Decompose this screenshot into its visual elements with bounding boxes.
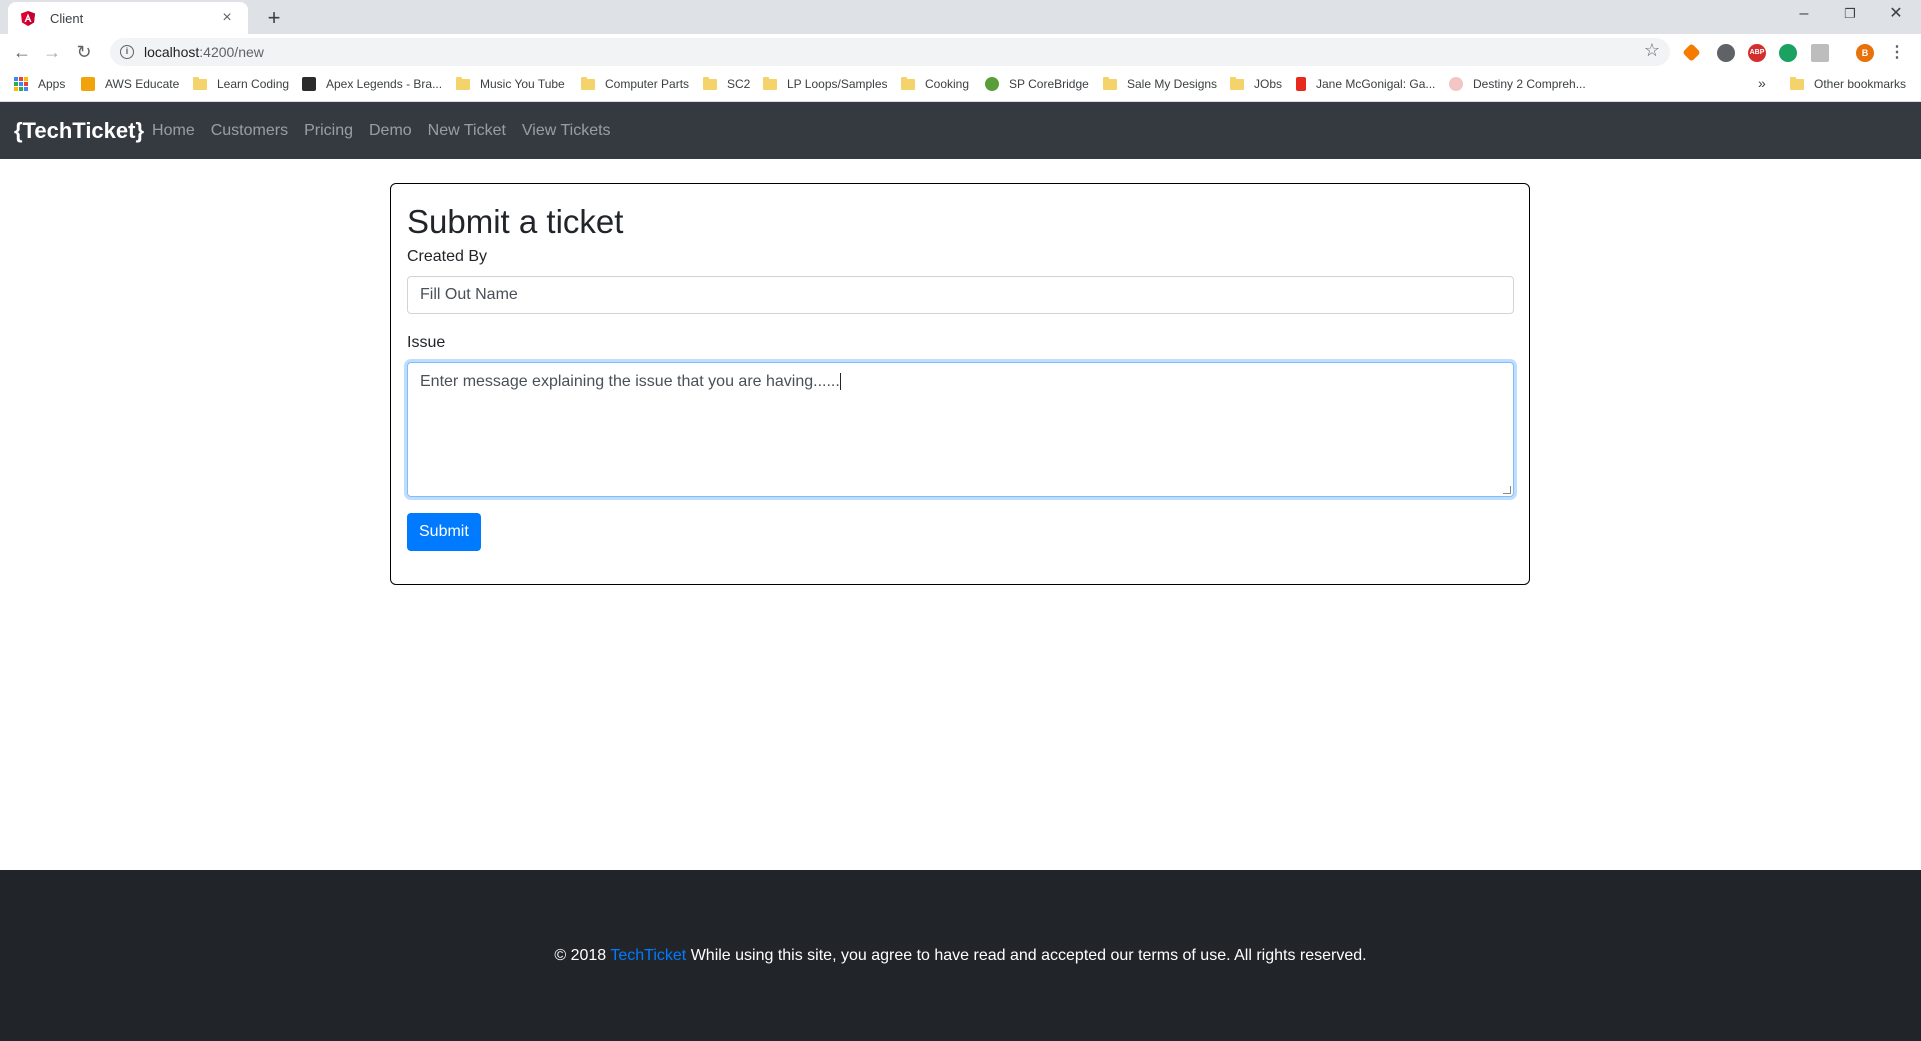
nav-home[interactable]: Home [152,122,195,140]
footer-brand-link[interactable]: TechTicket [610,947,686,964]
tab-title: Client [50,10,84,26]
bookmark-label: Apps [38,77,66,91]
issue-textarea[interactable]: Enter message explaining the issue that … [407,361,1514,497]
bookmark-label: Cooking [925,77,970,91]
bookmark-cooking[interactable]: Cooking [901,76,970,91]
created-by-label: Created By [407,247,488,265]
back-icon[interactable]: ← [8,38,36,66]
page-title: Submit a ticket [407,203,624,240]
footer-copyright: © 2018 [554,946,607,964]
resize-handle-icon[interactable] [1503,485,1511,494]
ticket-form-card: Submit a ticket Created By Fill Out Name… [390,183,1530,585]
folder-icon [1103,76,1117,90]
bookmark-label: Learn Coding [217,77,290,91]
footer-terms-text: While using this site, you agree to have… [690,946,1367,964]
issue-label: Issue [407,333,446,351]
site-navbar: {TechTicket} Home Customers Pricing Demo… [0,102,1921,159]
apex-icon [302,77,316,91]
folder-icon [581,76,595,90]
bookmark-sale-my-designs[interactable]: Sale My Designs [1103,76,1218,91]
minimize-button[interactable]: – [1781,0,1827,30]
browser-tab[interactable]: Client × [8,2,248,34]
destiny-icon [1449,77,1463,91]
bookmark-music-youtube[interactable]: Music You Tube [456,76,565,91]
address-bar[interactable]: i localhost:4200/new ☆ [110,38,1670,66]
bookmark-jobs[interactable]: JObs [1230,76,1283,91]
bookmark-learn-coding[interactable]: Learn Coding [193,76,290,91]
bookmark-apps[interactable]: Apps [14,77,65,91]
extension-diamond-icon[interactable] [1682,43,1701,62]
extension-bulb-icon[interactable] [1717,44,1735,62]
folder-icon [901,76,915,90]
submit-button[interactable]: Submit [407,512,481,551]
folder-icon [1790,76,1804,90]
url-text: localhost:4200/new [144,44,264,60]
nav-new-ticket[interactable]: New Ticket [428,122,506,140]
bookmark-apex-legends[interactable]: Apex Legends - Bra... [302,77,442,91]
bookmark-jane-mcgonigal[interactable]: Jane McGonigal: Ga... [1296,77,1435,91]
folder-icon [456,76,470,90]
footer-text-line: © 2018 TechTicket While using this site,… [554,947,1366,965]
url-path: :4200/new [199,44,264,60]
bookmark-lp-loops[interactable]: LP Loops/Samples [763,76,888,91]
new-tab-button[interactable]: + [260,4,288,32]
bookmark-sp-corebridge[interactable]: SP CoreBridge [985,77,1089,91]
nav-pricing[interactable]: Pricing [304,122,353,140]
bookmark-label: Music You Tube [480,77,565,91]
nav-demo[interactable]: Demo [369,122,412,140]
url-host: localhost [144,44,200,60]
bookmark-computer-parts[interactable]: Computer Parts [581,76,690,91]
created-by-placeholder: Fill Out Name [420,285,518,303]
extension-box-icon[interactable] [1811,44,1829,62]
bookmark-label: Other bookmarks [1814,77,1907,91]
bookmark-label: SP CoreBridge [1009,77,1089,91]
site-footer: © 2018 TechTicket While using this site,… [0,870,1921,1041]
bookmark-label: Computer Parts [605,77,690,91]
aws-icon [81,77,95,91]
bookmark-label: Sale My Designs [1127,77,1218,91]
bookmark-label: Jane McGonigal: Ga... [1316,77,1436,91]
nav-view-tickets[interactable]: View Tickets [522,122,611,140]
created-by-input[interactable]: Fill Out Name [407,275,1514,314]
folder-icon [703,76,717,90]
corebridge-icon [985,77,999,91]
nav-customers[interactable]: Customers [211,122,288,140]
forward-icon[interactable]: → [38,38,66,66]
ted-icon [1296,77,1306,91]
bookmark-label: SC2 [727,77,751,91]
bookmarks-bar: Apps AWS Educate Learn Coding Apex Legen… [0,70,1921,102]
folder-icon [763,76,777,90]
bookmark-aws-educate[interactable]: AWS Educate [81,77,179,91]
close-window-button[interactable]: ✕ [1873,0,1919,30]
tab-close-icon[interactable]: × [218,9,236,27]
bookmark-other[interactable]: Other bookmarks [1790,76,1907,91]
adblock-icon[interactable]: ABP [1748,44,1766,62]
browser-tab-bar: Client × + – ❐ ✕ [0,0,1921,34]
bookmark-label: LP Loops/Samples [787,77,888,91]
bookmarks-overflow-button[interactable]: » [1758,75,1766,91]
bookmark-label: Destiny 2 Compreh... [1473,77,1586,91]
brand-logo[interactable]: {TechTicket} [14,118,144,144]
bookmark-sc2[interactable]: SC2 [703,76,751,91]
menu-dots-icon[interactable]: ⋮ [1888,44,1906,62]
issue-text: Enter message explaining the issue that … [420,372,840,390]
apps-grid-icon [14,77,28,91]
bookmark-star-icon[interactable]: ☆ [1644,40,1660,61]
folder-icon [193,76,207,90]
restore-button[interactable]: ❐ [1827,0,1873,30]
text-caret [839,372,841,390]
bookmark-destiny-2[interactable]: Destiny 2 Compreh... [1449,77,1586,91]
bookmark-label: AWS Educate [105,77,180,91]
folder-icon [1230,76,1244,90]
profile-avatar[interactable]: B [1856,44,1874,62]
browser-toolbar: ← → ↻ i localhost:4200/new ☆ ABP B ⋮ [0,34,1921,70]
bookmark-label: Apex Legends - Bra... [326,77,443,91]
grammarly-icon[interactable] [1779,44,1797,62]
reload-icon[interactable]: ↻ [70,38,98,66]
bookmark-label: JObs [1254,77,1283,91]
angular-icon [20,10,36,26]
site-info-icon[interactable]: i [120,45,134,59]
